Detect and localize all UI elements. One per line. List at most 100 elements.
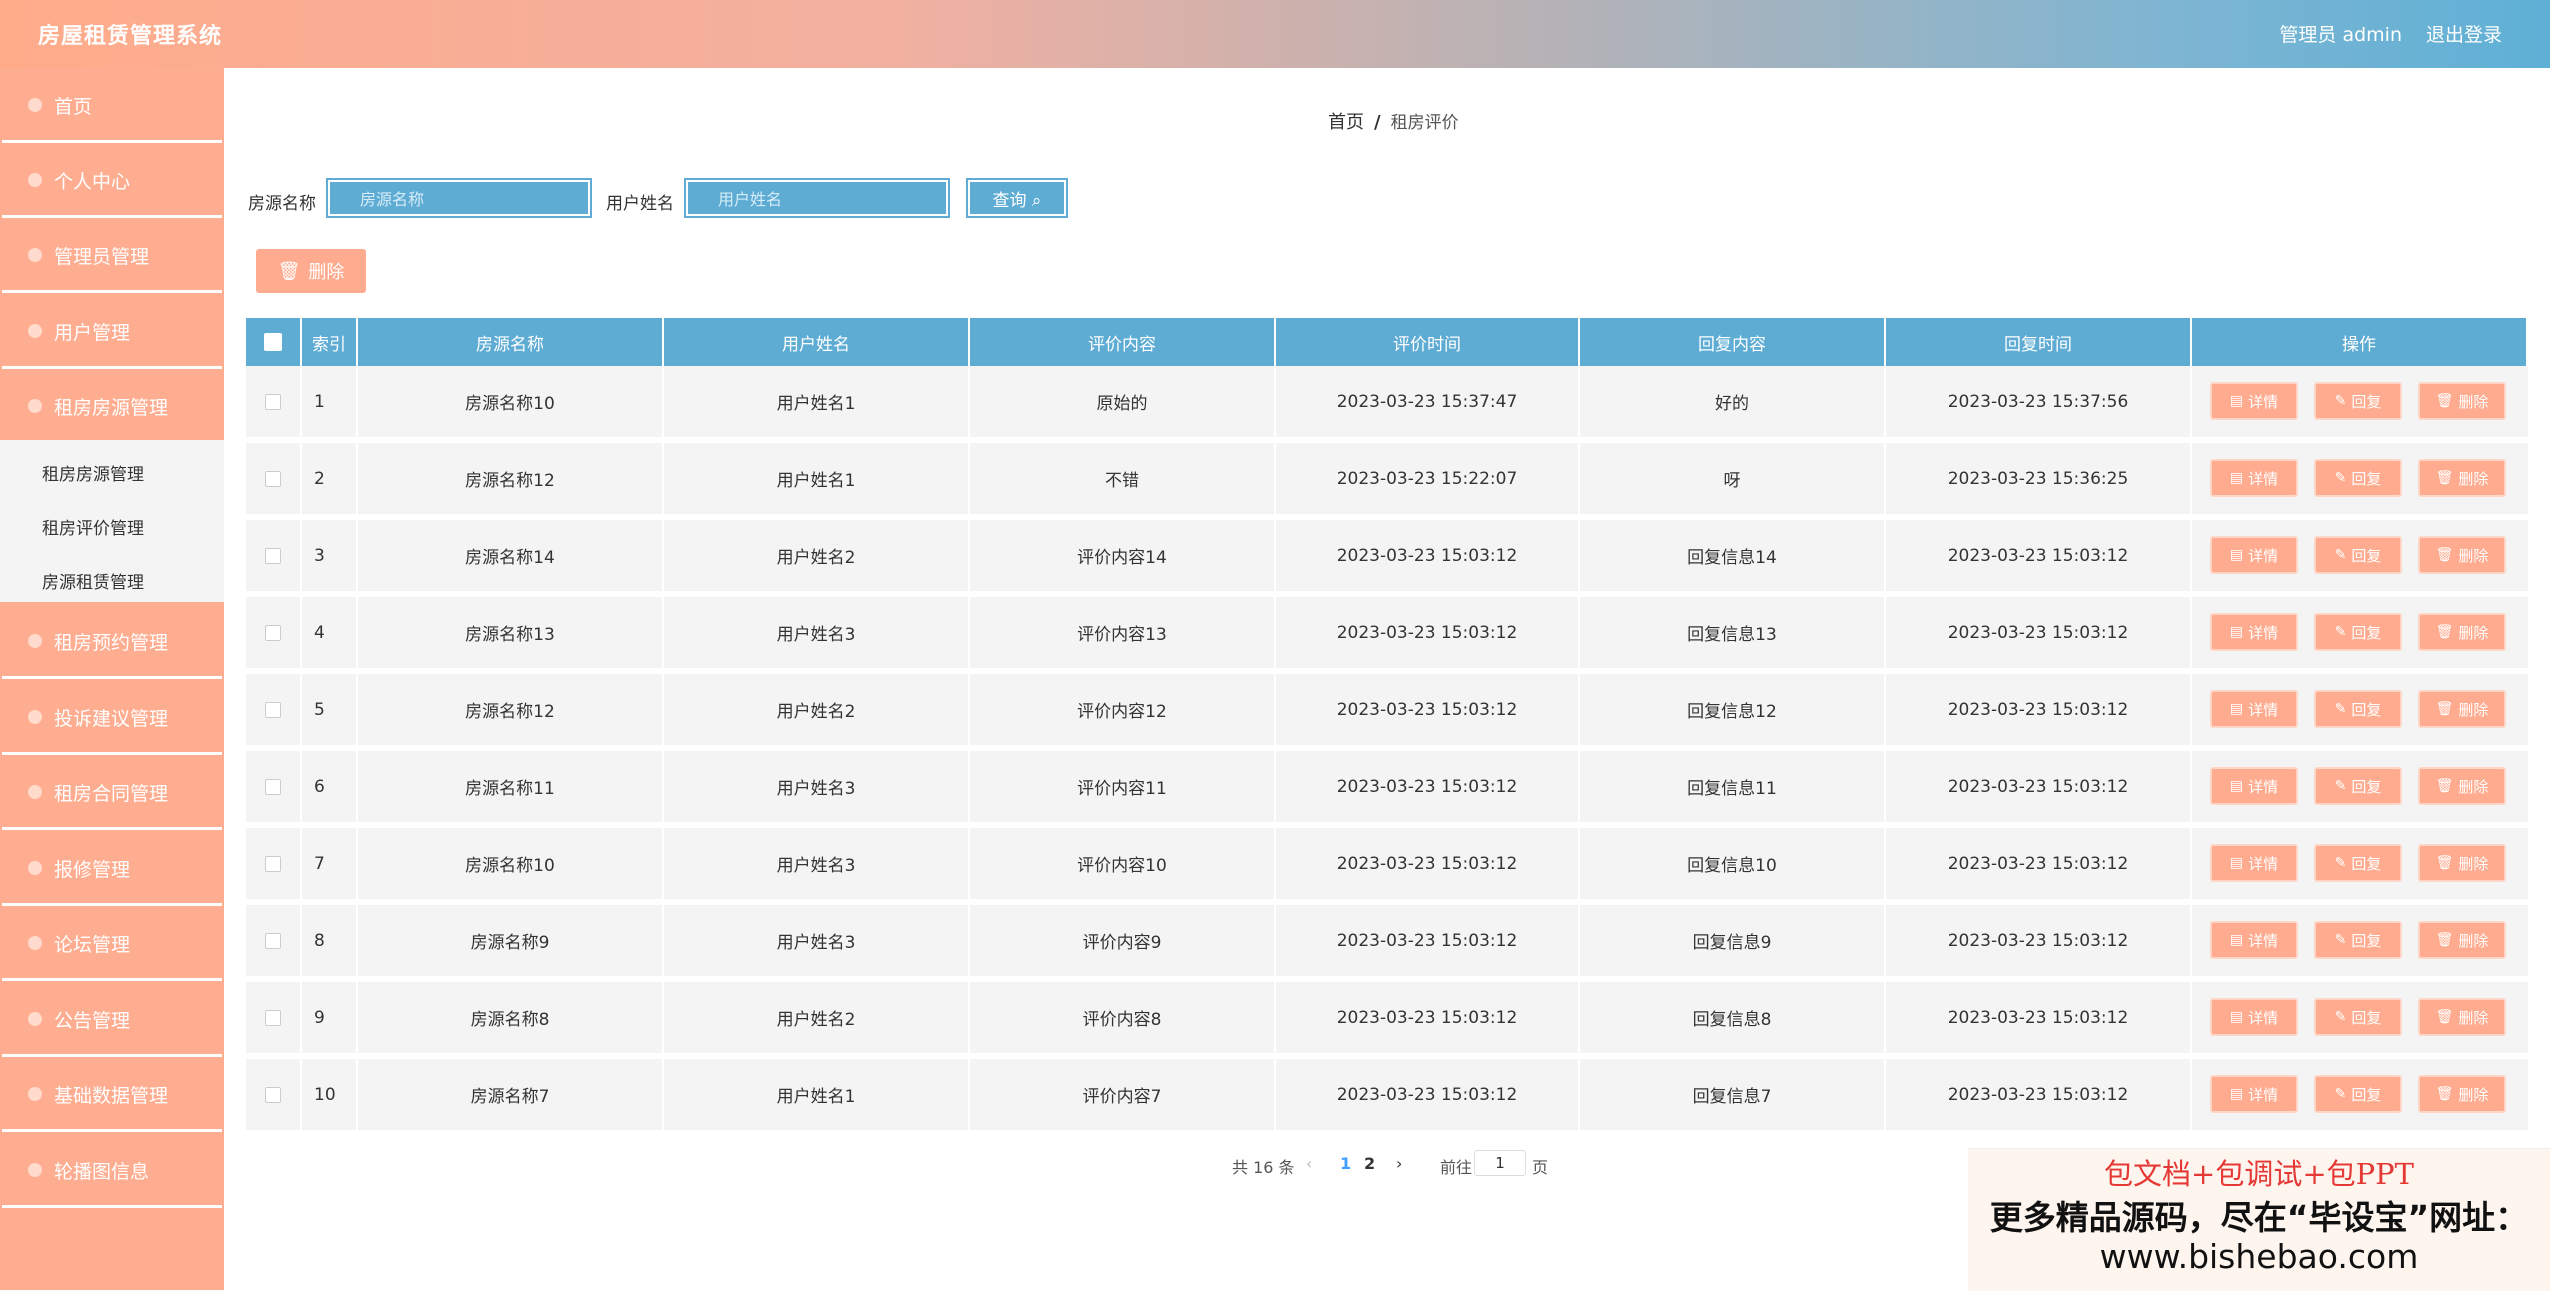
- cell-user-name: 用户姓名1: [664, 366, 970, 437]
- sidebar-item-complaints[interactable]: 投诉建议管理: [2, 682, 222, 755]
- cell-reply: 回复信息13: [1580, 597, 1886, 668]
- reply-button[interactable]: ✎ 回复: [2314, 459, 2402, 497]
- row-checkbox[interactable]: [265, 1009, 281, 1026]
- sidebar-item-appointments[interactable]: 租房预约管理: [2, 606, 222, 679]
- sidebar-item-repairs[interactable]: 报修管理: [2, 833, 222, 906]
- sidebar-item-admins[interactable]: 管理员管理: [2, 220, 222, 293]
- delete-button[interactable]: 🗑 删除: [2418, 613, 2506, 651]
- reply-button[interactable]: ✎ 回复: [2314, 1075, 2402, 1113]
- cell-reply-time: 2023-03-23 15:03:12: [1886, 1059, 2192, 1130]
- cell-reply-time: 2023-03-23 15:36:25: [1886, 443, 2192, 514]
- detail-button[interactable]: ▤ 详情: [2210, 767, 2298, 805]
- promo-line-1: 包文档+包调试+包PPT: [2104, 1157, 2414, 1191]
- sidebar-item-houses[interactable]: 租房房源管理: [2, 371, 222, 444]
- submenu-item-reviews[interactable]: 租房评价管理: [42, 514, 144, 539]
- sidebar-item-contracts[interactable]: 租房合同管理: [2, 757, 222, 830]
- row-checkbox[interactable]: [265, 855, 281, 872]
- reply-button[interactable]: ✎ 回复: [2314, 536, 2402, 574]
- sidebar-item-basic-data[interactable]: 基础数据管理: [2, 1059, 222, 1132]
- page-jump-input[interactable]: 1: [1474, 1150, 1526, 1176]
- sidebar-item-label: 租房合同管理: [54, 782, 169, 805]
- reply-button[interactable]: ✎ 回复: [2314, 613, 2402, 651]
- row-checkbox[interactable]: [265, 624, 281, 641]
- detail-button-label: 详情: [2248, 1008, 2279, 1027]
- cell-actions: ▤ 详情 ✎ 回复 🗑 删除: [2192, 1059, 2528, 1130]
- row-checkbox[interactable]: [265, 778, 281, 795]
- cell-index: 10: [302, 1059, 358, 1130]
- breadcrumb-home[interactable]: 首页: [1328, 112, 1364, 133]
- cell-review: 评价内容11: [970, 751, 1276, 822]
- cell-user-name: 用户姓名2: [664, 982, 970, 1053]
- cell-reply-time: 2023-03-23 15:03:12: [1886, 905, 2192, 976]
- detail-button[interactable]: ▤ 详情: [2210, 844, 2298, 882]
- page-1-button[interactable]: 1: [1340, 1154, 1351, 1173]
- submenu-item-houses[interactable]: 租房房源管理: [42, 460, 144, 485]
- table-row: 8 房源名称9 用户姓名3 评价内容9 2023-03-23 15:03:12 回复信息9…: [246, 905, 2528, 979]
- sidebar-item-profile[interactable]: 个人中心: [2, 145, 222, 218]
- delete-button[interactable]: 🗑 删除: [2418, 921, 2506, 959]
- cell-index: 2: [302, 443, 358, 514]
- sidebar-item-carousel[interactable]: 轮播图信息: [2, 1135, 222, 1208]
- detail-button[interactable]: ▤ 详情: [2210, 1075, 2298, 1113]
- delete-button[interactable]: 🗑 删除: [2418, 459, 2506, 497]
- select-all-checkbox[interactable]: [264, 333, 282, 351]
- detail-button[interactable]: ▤ 详情: [2210, 536, 2298, 574]
- detail-button[interactable]: ▤ 详情: [2210, 921, 2298, 959]
- user-name-input[interactable]: 用户姓名: [684, 178, 950, 218]
- sidebar-item-users[interactable]: 用户管理: [2, 296, 222, 369]
- app-title: 房屋租赁管理系统: [38, 24, 223, 49]
- sidebar-item-home[interactable]: 首页: [2, 70, 222, 143]
- next-page-button[interactable]: ›: [1396, 1154, 1402, 1173]
- sidebar-item-label: 用户管理: [54, 321, 131, 344]
- row-checkbox[interactable]: [265, 932, 281, 949]
- cell-actions: ▤ 详情 ✎ 回复 🗑 删除: [2192, 982, 2528, 1053]
- header-col-reply-time: 回复时间: [1886, 318, 2192, 366]
- reply-button[interactable]: ✎ 回复: [2314, 690, 2402, 728]
- detail-button[interactable]: ▤ 详情: [2210, 690, 2298, 728]
- sidebar-item-forum[interactable]: 论坛管理: [2, 908, 222, 981]
- cell-user-name: 用户姓名3: [664, 751, 970, 822]
- delete-button[interactable]: 🗑 删除: [2418, 767, 2506, 805]
- house-name-input[interactable]: 房源名称: [326, 178, 592, 218]
- cell-reply-time: 2023-03-23 15:03:12: [1886, 982, 2192, 1053]
- batch-delete-button[interactable]: 🗑 删除: [256, 249, 366, 293]
- delete-button[interactable]: 🗑 删除: [2418, 844, 2506, 882]
- query-button[interactable]: 查询 ⌕: [966, 178, 1068, 218]
- notice-icon: [28, 1012, 42, 1026]
- reply-button-label: 回复: [2351, 392, 2382, 411]
- row-checkbox[interactable]: [265, 701, 281, 718]
- detail-button[interactable]: ▤ 详情: [2210, 613, 2298, 651]
- reply-button[interactable]: ✎ 回复: [2314, 921, 2402, 959]
- cell-index: 5: [302, 674, 358, 745]
- logout-link[interactable]: 退出登录: [2426, 20, 2502, 47]
- submenu-item-rentals[interactable]: 房源租赁管理: [42, 568, 144, 593]
- reply-button[interactable]: ✎ 回复: [2314, 998, 2402, 1036]
- sidebar-item-notices[interactable]: 公告管理: [2, 984, 222, 1057]
- prev-page-button[interactable]: ‹: [1306, 1154, 1312, 1173]
- row-select-cell: [246, 443, 302, 514]
- delete-button[interactable]: 🗑 删除: [2418, 536, 2506, 574]
- delete-button[interactable]: 🗑 删除: [2418, 1075, 2506, 1113]
- trash-icon: 🗑: [277, 260, 301, 282]
- detail-button[interactable]: ▤ 详情: [2210, 382, 2298, 420]
- cell-house-name: 房源名称10: [358, 366, 664, 437]
- contract-icon: [28, 785, 42, 799]
- sidebar-item-label: 租房房源管理: [54, 396, 169, 419]
- table-row: 10 房源名称7 用户姓名1 评价内容7 2023-03-23 15:03:12 回复信息…: [246, 1059, 2528, 1133]
- table-row: 7 房源名称10 用户姓名3 评价内容10 2023-03-23 15:03:12 回复信…: [246, 828, 2528, 902]
- row-checkbox[interactable]: [265, 1086, 281, 1103]
- page-2-button[interactable]: 2: [1364, 1154, 1375, 1173]
- reply-button[interactable]: ✎ 回复: [2314, 382, 2402, 420]
- row-checkbox[interactable]: [265, 393, 281, 410]
- reply-button[interactable]: ✎ 回复: [2314, 767, 2402, 805]
- cell-user-name: 用户姓名3: [664, 597, 970, 668]
- user-name-label: 用户姓名: [606, 194, 674, 214]
- delete-button[interactable]: 🗑 删除: [2418, 382, 2506, 420]
- reply-button[interactable]: ✎ 回复: [2314, 844, 2402, 882]
- delete-button[interactable]: 🗑 删除: [2418, 998, 2506, 1036]
- row-checkbox[interactable]: [265, 547, 281, 564]
- detail-button[interactable]: ▤ 详情: [2210, 459, 2298, 497]
- row-checkbox[interactable]: [265, 470, 281, 487]
- detail-button[interactable]: ▤ 详情: [2210, 998, 2298, 1036]
- delete-button[interactable]: 🗑 删除: [2418, 690, 2506, 728]
